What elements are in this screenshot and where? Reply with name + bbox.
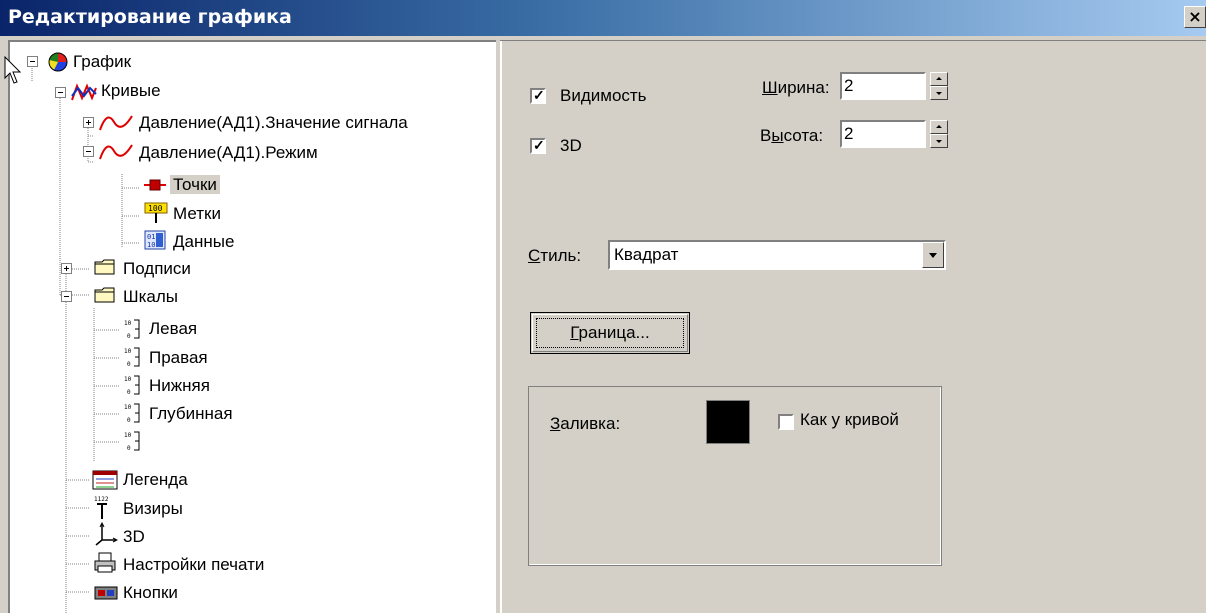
tree-item-data[interactable]: Данные bbox=[170, 229, 237, 255]
points-icon bbox=[144, 179, 166, 191]
spin-up-icon[interactable] bbox=[930, 120, 948, 134]
sights-icon: 1122 bbox=[94, 496, 109, 519]
tree-item-scale-depth[interactable]: Глубинная bbox=[146, 401, 236, 427]
expander-root[interactable] bbox=[27, 56, 38, 67]
window-title: Редактирование графика bbox=[8, 6, 292, 28]
expander-captions[interactable] bbox=[61, 263, 72, 274]
check-mark-icon: ✓ bbox=[533, 137, 545, 153]
tree-item-print-settings[interactable]: Настройки печати bbox=[120, 552, 267, 578]
svg-text:10: 10 bbox=[124, 404, 132, 411]
svg-text:0: 0 bbox=[127, 333, 131, 340]
tree-item-buttons[interactable]: Кнопки bbox=[120, 580, 181, 606]
fill-label: Заливка: bbox=[550, 414, 621, 433]
tree-item-captions[interactable]: Подписи bbox=[120, 256, 194, 282]
svg-text:10: 10 bbox=[124, 320, 132, 327]
svg-text:10: 10 bbox=[124, 376, 132, 383]
expander-curve2[interactable] bbox=[83, 146, 94, 157]
svg-text:10: 10 bbox=[124, 432, 132, 439]
width-spinner[interactable] bbox=[930, 72, 948, 100]
folder-icon bbox=[94, 259, 115, 275]
scale-icon: 10 0 bbox=[124, 347, 140, 368]
title-bar: Редактирование графика × bbox=[0, 0, 1206, 36]
mouse-cursor-icon bbox=[4, 56, 22, 84]
3d-label: 3D bbox=[560, 136, 582, 155]
width-input[interactable]: 2 bbox=[840, 72, 926, 100]
tree-item-scale-bottom[interactable]: Нижняя bbox=[146, 373, 213, 399]
style-select[interactable]: Квадрат bbox=[608, 240, 946, 270]
data-icon: 01 10 bbox=[144, 230, 166, 250]
tree-item-curve2[interactable]: Давление(АД1).Режим bbox=[136, 140, 321, 166]
scale-icon: 10 0 bbox=[124, 319, 140, 340]
expander-curves[interactable] bbox=[55, 87, 66, 98]
scale-icon: 10 0 bbox=[124, 375, 140, 396]
svg-text:10: 10 bbox=[124, 348, 132, 355]
height-label: Высота: bbox=[760, 126, 824, 145]
tree-item-scale-right[interactable]: Правая bbox=[146, 345, 211, 371]
marks-icon: 100 bbox=[144, 202, 168, 223]
tree-item-sights[interactable]: Визиры bbox=[120, 496, 186, 522]
buttons-icon bbox=[94, 586, 118, 600]
style-label: Стиль: bbox=[528, 246, 582, 265]
visibility-checkbox[interactable]: ✓ bbox=[530, 87, 546, 104]
tree-view[interactable]: График Кривые Давление(АД1).Значение сиг… bbox=[8, 40, 496, 613]
tree-item-curve1[interactable]: Давление(АД1).Значение сигнала bbox=[136, 110, 411, 136]
like-curve-checkbox[interactable] bbox=[778, 414, 794, 430]
expander-scales[interactable] bbox=[61, 291, 72, 302]
spin-down-icon[interactable] bbox=[930, 134, 948, 148]
height-input[interactable]: 2 bbox=[840, 120, 926, 148]
tree-item-scale-left[interactable]: Левая bbox=[146, 316, 200, 342]
width-label: Ширина: bbox=[762, 78, 830, 97]
svg-text:01: 01 bbox=[147, 233, 155, 241]
curve-icon bbox=[99, 115, 133, 131]
axes-3d-icon bbox=[95, 522, 118, 546]
border-button[interactable]: Граница... bbox=[530, 312, 690, 354]
tree-item-marks[interactable]: Метки bbox=[170, 201, 224, 227]
printer-icon bbox=[94, 552, 116, 573]
scale-icon: 10 0 bbox=[124, 431, 140, 452]
scale-icon: 10 0 bbox=[124, 403, 140, 424]
curve-icon bbox=[99, 144, 133, 160]
close-button[interactable]: × bbox=[1184, 6, 1206, 28]
svg-text:1122: 1122 bbox=[94, 496, 109, 503]
tree-item-legend[interactable]: Легенда bbox=[120, 467, 191, 493]
spin-down-icon[interactable] bbox=[930, 86, 948, 100]
tree-item-3d[interactable]: 3D bbox=[120, 524, 148, 550]
check-mark-icon: ✓ bbox=[533, 87, 545, 103]
like-curve-label: Как у кривой bbox=[800, 410, 899, 429]
svg-text:0: 0 bbox=[127, 417, 131, 424]
tree-item-points[interactable]: Точки bbox=[170, 172, 220, 198]
spin-up-icon[interactable] bbox=[930, 72, 948, 86]
chart-pie-icon bbox=[48, 52, 68, 72]
svg-text:100: 100 bbox=[148, 204, 163, 213]
height-spinner[interactable] bbox=[930, 120, 948, 148]
chevron-down-icon[interactable] bbox=[922, 242, 944, 268]
curves-icon bbox=[71, 83, 97, 101]
legend-icon bbox=[92, 470, 118, 490]
folder-icon bbox=[94, 287, 115, 303]
expander-curve1[interactable] bbox=[83, 117, 94, 128]
svg-text:0: 0 bbox=[127, 389, 131, 396]
fill-color-swatch[interactable] bbox=[706, 400, 750, 444]
svg-text:10: 10 bbox=[147, 241, 155, 249]
svg-text:0: 0 bbox=[127, 361, 131, 368]
3d-checkbox[interactable]: ✓ bbox=[530, 137, 546, 154]
tree-item-curves[interactable]: Кривые bbox=[98, 78, 164, 104]
visibility-label: Видимость bbox=[560, 86, 647, 105]
svg-text:0: 0 bbox=[127, 445, 131, 452]
tree-item-scales[interactable]: Шкалы bbox=[120, 284, 181, 310]
tree-item-root[interactable]: График bbox=[70, 49, 134, 75]
